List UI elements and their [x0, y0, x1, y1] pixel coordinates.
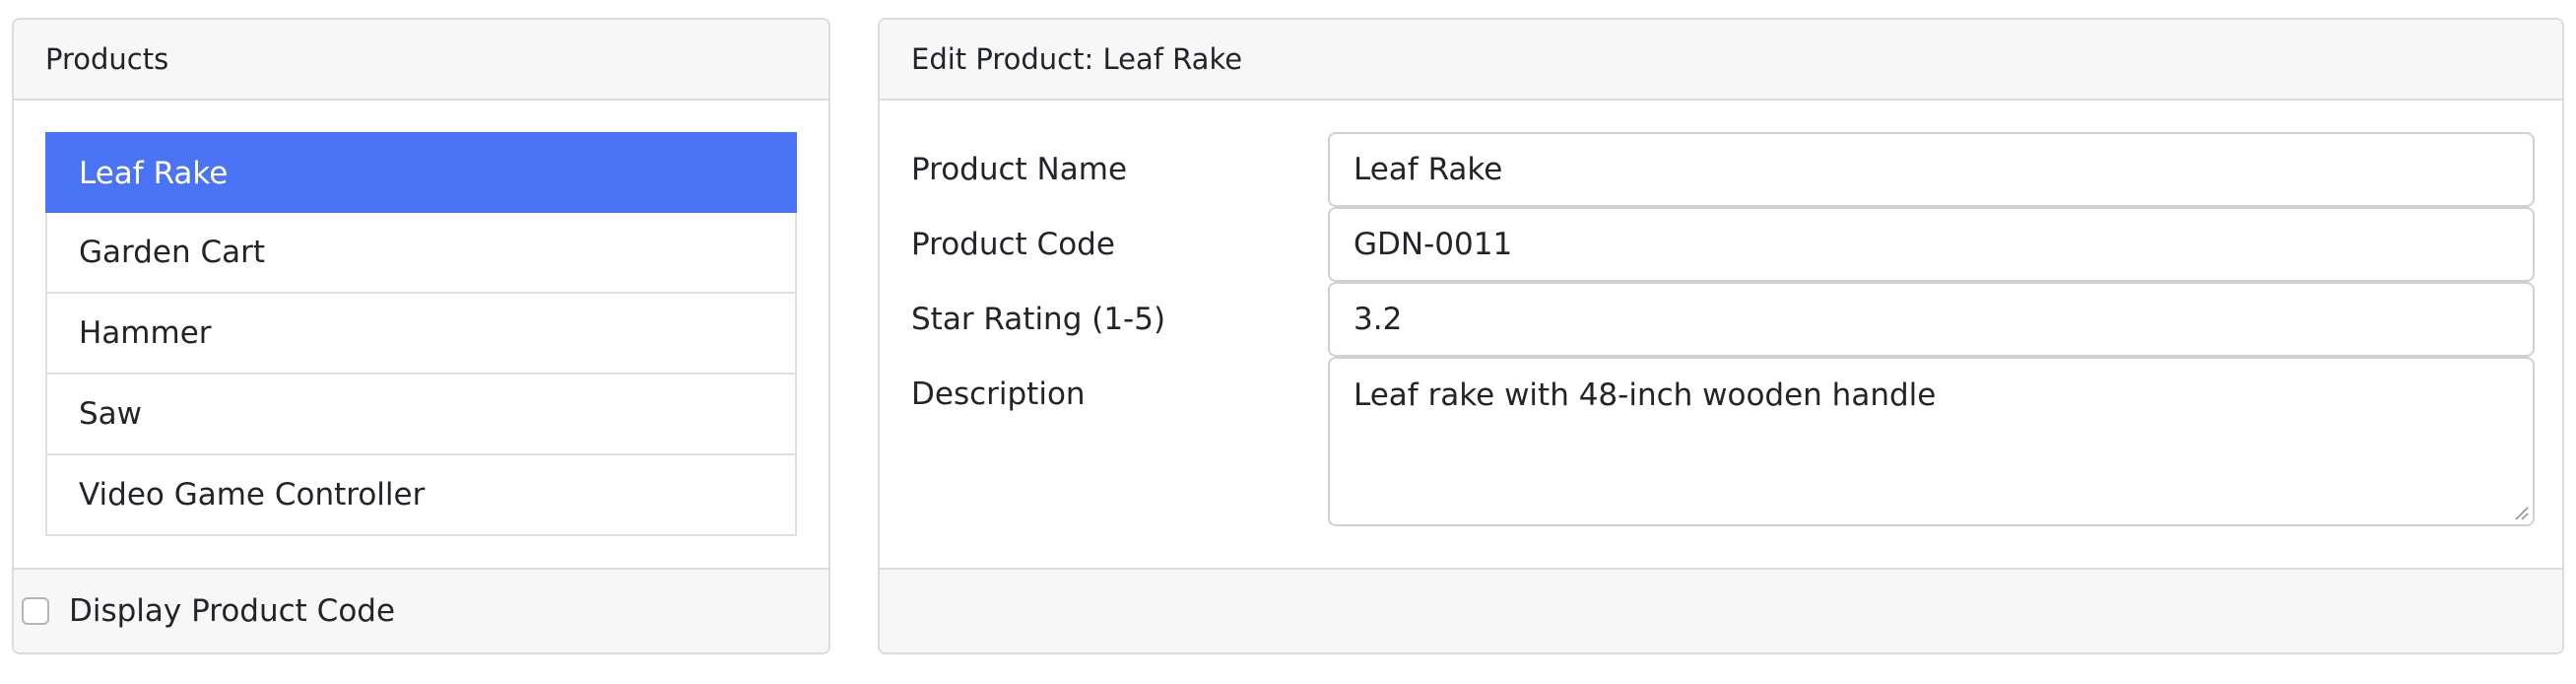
resize-grip-icon[interactable]: [2513, 505, 2529, 520]
display-product-code-checkbox[interactable]: [22, 597, 49, 625]
edit-product-panel-header: Edit Product: Leaf Rake: [880, 20, 2562, 101]
product-list-item-saw[interactable]: Saw: [45, 375, 797, 455]
description-row: Description Leaf rake with 48-inch woode…: [911, 357, 2535, 526]
product-list-item-hammer[interactable]: Hammer: [45, 294, 797, 375]
star-rating-label: Star Rating (1-5): [911, 302, 1166, 337]
edit-product-panel: Edit Product: Leaf Rake Product Name Pro…: [878, 18, 2564, 654]
product-name-row: Product Name: [911, 132, 2535, 207]
edit-product-panel-footer: [880, 568, 2562, 652]
products-panel: Products Leaf Rake Garden Cart Hammer Sa…: [12, 18, 830, 654]
product-list-item-garden-cart[interactable]: Garden Cart: [45, 213, 797, 294]
star-rating-input[interactable]: [1328, 282, 2535, 357]
star-rating-row: Star Rating (1-5): [911, 282, 2535, 357]
product-code-row: Product Code: [911, 207, 2535, 282]
display-product-code-label: Display Product Code: [69, 593, 396, 629]
display-product-code-toggle[interactable]: Display Product Code: [22, 585, 395, 637]
product-list-item-leaf-rake[interactable]: Leaf Rake: [45, 132, 797, 213]
description-textarea[interactable]: Leaf rake with 48-inch wooden handle: [1328, 357, 2535, 526]
products-panel-header: Products: [14, 20, 828, 101]
product-code-label: Product Code: [911, 227, 1115, 262]
product-list: Leaf Rake Garden Cart Hammer Saw Video G…: [45, 132, 797, 536]
description-label: Description: [911, 376, 1086, 412]
product-name-input[interactable]: [1328, 132, 2535, 207]
product-list-item-video-game-controller[interactable]: Video Game Controller: [45, 455, 797, 536]
product-code-input[interactable]: [1328, 207, 2535, 282]
product-name-label: Product Name: [911, 152, 1128, 187]
products-panel-footer: Display Product Code: [14, 568, 828, 652]
